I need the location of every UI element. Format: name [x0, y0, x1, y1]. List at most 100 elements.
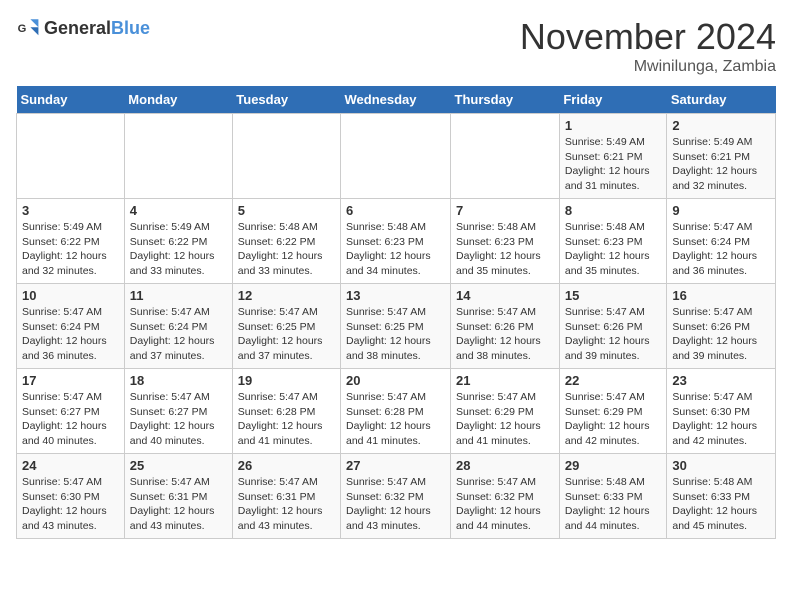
day-number: 1: [565, 118, 662, 133]
day-number: 22: [565, 373, 662, 388]
day-number: 14: [456, 288, 554, 303]
day-details: Sunrise: 5:49 AM Sunset: 6:21 PM Dayligh…: [565, 135, 662, 194]
calendar-cell: 26Sunrise: 5:47 AM Sunset: 6:31 PM Dayli…: [232, 454, 340, 539]
calendar-cell: 3 Sunrise: 5:49 AM Sunset: 6:22 PM Daylig…: [17, 199, 125, 284]
calendar-cell: 8 Sunrise: 5:48 AM Sunset: 6:23 PM Daylig…: [559, 199, 667, 284]
day-number: 12: [238, 288, 335, 303]
day-details: Sunrise: 5:49 AM Sunset: 6:22 PM Dayligh…: [22, 220, 119, 279]
day-details: Sunrise: 5:47 AM Sunset: 6:32 PM Dayligh…: [456, 475, 554, 534]
calendar-week-row: 24 Sunrise: 5:47 AM Sunset: 6:30 PM Dayli…: [17, 454, 776, 539]
day-details: Sunrise: 5:47 AM Sunset: 6:26 PM Dayligh…: [456, 305, 554, 364]
day-details: Sunrise: 5:47 AM Sunset: 6:30 PM Dayligh…: [672, 390, 770, 449]
day-number: 23: [672, 373, 770, 388]
calendar-week-row: 17 Sunrise: 5:47 AM Sunset: 6:27 PM Dayli…: [17, 369, 776, 454]
calendar-header-wednesday: Wednesday: [341, 86, 451, 114]
calendar-header-thursday: Thursday: [451, 86, 560, 114]
calendar-cell: 18 Sunrise: 5:47 AM Sunset: 6:27 PM Dayli…: [124, 369, 232, 454]
day-number: 5: [238, 203, 335, 218]
calendar-cell: 10Sunrise: 5:47 AM Sunset: 6:24 PM Dayli…: [17, 284, 125, 369]
day-details: Sunrise: 5:47 AM Sunset: 6:24 PM Dayligh…: [672, 220, 770, 279]
day-number: 3: [22, 203, 119, 218]
day-number: 21: [456, 373, 554, 388]
logo-icon: G: [16, 16, 40, 40]
day-number: 29: [565, 458, 662, 473]
logo-text-blue: Blue: [111, 18, 150, 38]
calendar-cell: [451, 114, 560, 199]
location-subtitle: Mwinilunga, Zambia: [520, 58, 776, 76]
title-area: November 2024 Mwinilunga, Zambia: [520, 16, 776, 76]
calendar-cell: 11Sunrise: 5:47 AM Sunset: 6:24 PM Dayli…: [124, 284, 232, 369]
calendar-body: 1 Sunrise: 5:49 AM Sunset: 6:21 PM Daylig…: [17, 114, 776, 539]
logo-text-general: General: [44, 18, 111, 38]
day-number: 7: [456, 203, 554, 218]
day-details: Sunrise: 5:47 AM Sunset: 6:25 PM Dayligh…: [346, 305, 445, 364]
day-details: Sunrise: 5:47 AM Sunset: 6:29 PM Dayligh…: [565, 390, 662, 449]
day-number: 4: [130, 203, 227, 218]
calendar-cell: 14 Sunrise: 5:47 AM Sunset: 6:26 PM Dayli…: [451, 284, 560, 369]
day-details: Sunrise: 5:48 AM Sunset: 6:22 PM Dayligh…: [238, 220, 335, 279]
day-number: 6: [346, 203, 445, 218]
calendar-cell: 17 Sunrise: 5:47 AM Sunset: 6:27 PM Dayli…: [17, 369, 125, 454]
calendar-cell: 9 Sunrise: 5:47 AM Sunset: 6:24 PM Daylig…: [667, 199, 776, 284]
logo: G GeneralBlue: [16, 16, 150, 40]
day-details: Sunrise: 5:47 AM Sunset: 6:28 PM Dayligh…: [346, 390, 445, 449]
day-number: 18: [130, 373, 227, 388]
calendar-header-row: SundayMondayTuesdayWednesdayThursdayFrid…: [17, 86, 776, 114]
calendar-cell: [341, 114, 451, 199]
svg-text:G: G: [18, 23, 27, 35]
calendar-cell: 13 Sunrise: 5:47 AM Sunset: 6:25 PM Dayli…: [341, 284, 451, 369]
calendar-cell: 22 Sunrise: 5:47 AM Sunset: 6:29 PM Dayli…: [559, 369, 667, 454]
calendar-table: SundayMondayTuesdayWednesdayThursdayFrid…: [16, 86, 776, 539]
day-number: 27: [346, 458, 445, 473]
calendar-cell: 6 Sunrise: 5:48 AM Sunset: 6:23 PM Daylig…: [341, 199, 451, 284]
calendar-cell: 7 Sunrise: 5:48 AM Sunset: 6:23 PM Daylig…: [451, 199, 560, 284]
day-details: Sunrise: 5:47 AM Sunset: 6:26 PM Dayligh…: [565, 305, 662, 364]
day-number: 30: [672, 458, 770, 473]
day-details: Sunrise: 5:47 AM Sunset: 6:31 PM Dayligh…: [238, 475, 335, 534]
calendar-header-sunday: Sunday: [17, 86, 125, 114]
calendar-cell: 1 Sunrise: 5:49 AM Sunset: 6:21 PM Daylig…: [559, 114, 667, 199]
day-number: 13: [346, 288, 445, 303]
day-number: 19: [238, 373, 335, 388]
day-number: 28: [456, 458, 554, 473]
day-number: 8: [565, 203, 662, 218]
calendar-week-row: 1 Sunrise: 5:49 AM Sunset: 6:21 PM Daylig…: [17, 114, 776, 199]
header: G GeneralBlue November 2024 Mwinilunga, …: [16, 16, 776, 76]
day-number: 17: [22, 373, 119, 388]
day-details: Sunrise: 5:47 AM Sunset: 6:26 PM Dayligh…: [672, 305, 770, 364]
day-details: Sunrise: 5:47 AM Sunset: 6:30 PM Dayligh…: [22, 475, 119, 534]
day-details: Sunrise: 5:48 AM Sunset: 6:23 PM Dayligh…: [346, 220, 445, 279]
day-number: 24: [22, 458, 119, 473]
day-details: Sunrise: 5:47 AM Sunset: 6:28 PM Dayligh…: [238, 390, 335, 449]
day-details: Sunrise: 5:48 AM Sunset: 6:23 PM Dayligh…: [456, 220, 554, 279]
calendar-cell: 19 Sunrise: 5:47 AM Sunset: 6:28 PM Dayli…: [232, 369, 340, 454]
calendar-cell: 4 Sunrise: 5:49 AM Sunset: 6:22 PM Daylig…: [124, 199, 232, 284]
day-number: 16: [672, 288, 770, 303]
calendar-cell: 20Sunrise: 5:47 AM Sunset: 6:28 PM Dayli…: [341, 369, 451, 454]
calendar-cell: 23 Sunrise: 5:47 AM Sunset: 6:30 PM Dayli…: [667, 369, 776, 454]
day-details: Sunrise: 5:47 AM Sunset: 6:31 PM Dayligh…: [130, 475, 227, 534]
day-details: Sunrise: 5:47 AM Sunset: 6:27 PM Dayligh…: [22, 390, 119, 449]
calendar-cell: 2Sunrise: 5:49 AM Sunset: 6:21 PM Daylig…: [667, 114, 776, 199]
calendar-header-friday: Friday: [559, 86, 667, 114]
day-details: Sunrise: 5:47 AM Sunset: 6:27 PM Dayligh…: [130, 390, 227, 449]
day-details: Sunrise: 5:47 AM Sunset: 6:24 PM Dayligh…: [22, 305, 119, 364]
calendar-cell: 21Sunrise: 5:47 AM Sunset: 6:29 PM Dayli…: [451, 369, 560, 454]
day-details: Sunrise: 5:49 AM Sunset: 6:22 PM Dayligh…: [130, 220, 227, 279]
calendar-header-monday: Monday: [124, 86, 232, 114]
calendar-cell: 15Sunrise: 5:47 AM Sunset: 6:26 PM Dayli…: [559, 284, 667, 369]
calendar-cell: 29Sunrise: 5:48 AM Sunset: 6:33 PM Dayli…: [559, 454, 667, 539]
day-number: 9: [672, 203, 770, 218]
day-details: Sunrise: 5:47 AM Sunset: 6:25 PM Dayligh…: [238, 305, 335, 364]
calendar-cell: 28 Sunrise: 5:47 AM Sunset: 6:32 PM Dayli…: [451, 454, 560, 539]
calendar-cell: 30Sunrise: 5:48 AM Sunset: 6:33 PM Dayli…: [667, 454, 776, 539]
day-details: Sunrise: 5:49 AM Sunset: 6:21 PM Dayligh…: [672, 135, 770, 194]
day-details: Sunrise: 5:48 AM Sunset: 6:23 PM Dayligh…: [565, 220, 662, 279]
calendar-header-saturday: Saturday: [667, 86, 776, 114]
calendar-week-row: 3 Sunrise: 5:49 AM Sunset: 6:22 PM Daylig…: [17, 199, 776, 284]
calendar-cell: 25Sunrise: 5:47 AM Sunset: 6:31 PM Dayli…: [124, 454, 232, 539]
calendar-cell: 5 Sunrise: 5:48 AM Sunset: 6:22 PM Daylig…: [232, 199, 340, 284]
day-details: Sunrise: 5:47 AM Sunset: 6:24 PM Dayligh…: [130, 305, 227, 364]
calendar-cell: 27Sunrise: 5:47 AM Sunset: 6:32 PM Dayli…: [341, 454, 451, 539]
calendar-header-tuesday: Tuesday: [232, 86, 340, 114]
